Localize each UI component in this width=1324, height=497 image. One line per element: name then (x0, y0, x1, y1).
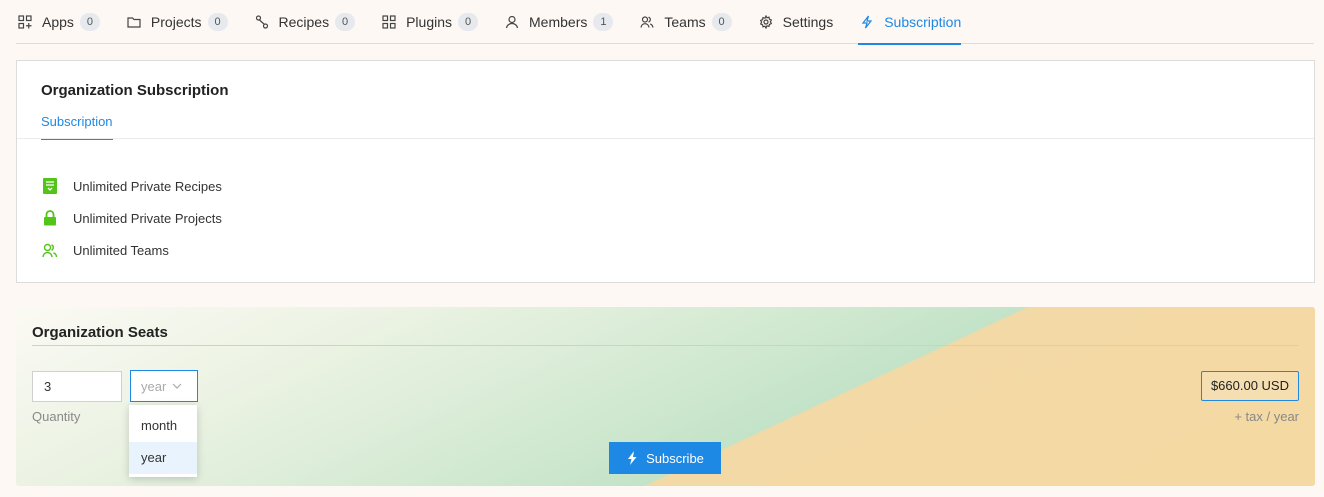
price-note: + tax / year (1234, 409, 1299, 424)
org-tab-bar: Apps 0 Projects 0 Recipes 0 Plugins 0 Me… (16, 0, 1314, 45)
tab-label: Apps (42, 13, 74, 30)
subscribe-label: Subscribe (646, 450, 704, 466)
divider (17, 138, 1314, 139)
list-item: Unlimited Teams (41, 234, 222, 266)
chevron-down-icon (172, 381, 182, 391)
tab-label: Subscription (884, 13, 962, 30)
tab-subscription-inner[interactable]: Subscription (41, 114, 113, 140)
tab-members[interactable]: Members 1 (503, 0, 614, 44)
seats-card: Organization Seats Quantity year Period … (16, 307, 1315, 486)
recipe-book-icon (41, 177, 59, 195)
period-select-value: year (141, 378, 167, 394)
feature-list: Unlimited Private Recipes Unlimited Priv… (41, 170, 222, 266)
quantity-input[interactable] (32, 371, 122, 402)
feature-label: Unlimited Private Recipes (73, 178, 222, 194)
tab-label: Teams (664, 13, 706, 30)
tab-subscription[interactable]: Subscription (858, 0, 962, 45)
tab-projects[interactable]: Projects 0 (125, 0, 228, 44)
apps-icon (16, 13, 34, 31)
subscribe-button[interactable]: Subscribe (609, 442, 721, 474)
tab-plugins[interactable]: Plugins 0 (380, 0, 479, 44)
tab-count-badge: 0 (711, 12, 732, 31)
divider (32, 345, 1299, 346)
teams-icon (638, 13, 656, 31)
tab-count-badge: 0 (79, 12, 100, 31)
subscription-card: Organization Subscription Subscription U… (16, 60, 1315, 283)
lock-icon (41, 209, 59, 227)
price-display: $660.00 USD (1200, 371, 1299, 401)
period-option-month[interactable]: month (129, 410, 197, 442)
card-title: Organization Subscription (41, 82, 229, 99)
seats-title: Organization Seats (32, 324, 168, 341)
tab-count-badge: 1 (593, 12, 614, 31)
tab-label: Members (529, 13, 588, 30)
tab-count-badge: 0 (458, 12, 479, 31)
tab-label: Projects (150, 13, 202, 30)
period-select[interactable]: year (130, 370, 198, 402)
gear-icon (757, 13, 775, 31)
teams-icon (41, 241, 59, 259)
tab-apps[interactable]: Apps 0 (16, 0, 100, 44)
tab-count-badge: 0 (207, 12, 228, 31)
folder-icon (125, 13, 143, 31)
list-item: Unlimited Private Projects (41, 202, 222, 234)
tab-count-badge: 0 (335, 12, 356, 31)
tab-label: Recipes (278, 13, 330, 30)
feature-label: Unlimited Teams (73, 242, 169, 258)
tab-teams[interactable]: Teams 0 (638, 0, 732, 44)
lightning-icon (858, 13, 876, 31)
recipes-icon (253, 13, 271, 31)
plugins-icon (380, 13, 398, 31)
tab-recipes[interactable]: Recipes 0 (253, 0, 356, 44)
tab-label: Settings (782, 13, 834, 30)
period-option-year[interactable]: year (129, 442, 197, 474)
lightning-icon (626, 451, 638, 465)
quantity-label: Quantity (32, 409, 81, 424)
list-item: Unlimited Private Recipes (41, 170, 222, 202)
period-dropdown: month year (129, 405, 197, 477)
tab-settings[interactable]: Settings (757, 0, 834, 44)
feature-label: Unlimited Private Projects (73, 210, 222, 226)
tab-label: Plugins (406, 13, 453, 30)
user-icon (503, 13, 521, 31)
